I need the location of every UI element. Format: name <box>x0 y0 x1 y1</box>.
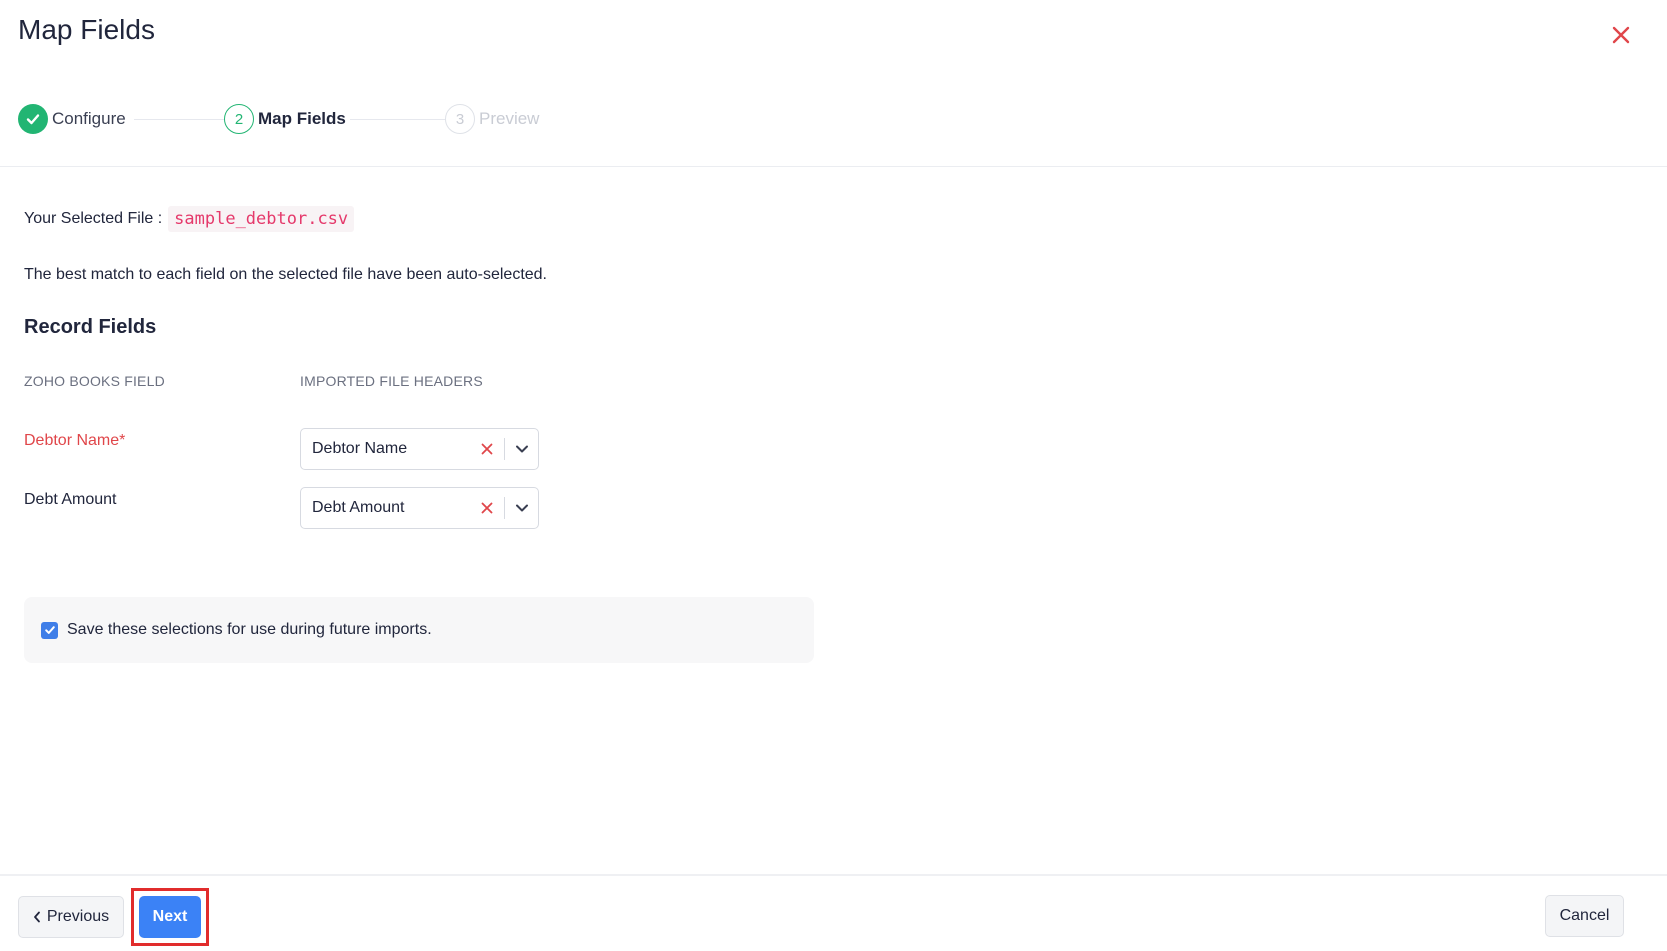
close-button[interactable] <box>1606 20 1636 50</box>
debt-amount-select[interactable]: Debt Amount <box>300 487 539 529</box>
selected-file-name: sample_debtor.csv <box>168 206 355 232</box>
previous-button-label: Previous <box>46 908 110 925</box>
next-button[interactable]: Next <box>139 896 201 938</box>
check-icon <box>26 114 40 125</box>
step-connector <box>350 119 458 120</box>
auto-select-info: The best match to each field on the sele… <box>24 266 547 283</box>
clear-selection-button[interactable] <box>470 488 504 528</box>
footer-divider <box>0 874 1667 876</box>
column-header-imported: IMPORTED FILE HEADERS <box>300 373 483 389</box>
select-value: Debtor Name <box>312 440 408 457</box>
dropdown-toggle[interactable] <box>505 488 538 528</box>
debtor-name-select[interactable]: Debtor Name <box>300 428 539 470</box>
next-button-highlight: Next <box>131 888 209 946</box>
chevron-down-icon <box>515 445 528 453</box>
selected-file-row: Your Selected File : sample_debtor.csv <box>24 206 355 232</box>
save-selections-label: Save these selections for use during fut… <box>67 621 432 638</box>
chevron-down-icon <box>515 504 528 512</box>
step-connector <box>134 119 234 120</box>
step-label-preview: Preview <box>479 109 540 128</box>
clear-x-icon <box>481 443 493 455</box>
wizard-stepper: Configure 2 Map Fields 3 Preview <box>18 101 578 137</box>
close-icon <box>1612 26 1630 44</box>
page-title: Map Fields <box>18 14 155 45</box>
selected-file-label: Your Selected File : <box>24 210 163 227</box>
select-value: Debt Amount <box>312 499 405 516</box>
step-map-fields: 2 Map Fields <box>224 101 346 137</box>
header-divider <box>0 166 1667 167</box>
previous-button[interactable]: Previous <box>18 896 124 938</box>
map-fields-page: Map Fields Configure 2 Map Fields 3 Prev… <box>0 0 1667 951</box>
field-label-debtor-name: Debtor Name* <box>24 432 126 449</box>
clear-selection-button[interactable] <box>470 429 504 469</box>
save-selections-checkbox[interactable] <box>41 621 58 639</box>
chevron-left-icon <box>33 911 41 923</box>
step-configure: Configure <box>18 101 126 137</box>
column-header-zoho-field: ZOHO BOOKS FIELD <box>24 373 165 389</box>
step-label-configure: Configure <box>52 109 126 128</box>
clear-x-icon <box>481 502 493 514</box>
step-label-map-fields: Map Fields <box>258 109 346 128</box>
step-number: 3 <box>445 104 475 134</box>
dropdown-toggle[interactable] <box>505 429 538 469</box>
field-label-debt-amount: Debt Amount <box>24 491 117 508</box>
save-selections-panel: Save these selections for use during fut… <box>24 597 814 663</box>
check-icon <box>44 626 55 634</box>
step-preview: 3 Preview <box>445 101 539 137</box>
cancel-button[interactable]: Cancel <box>1545 895 1624 937</box>
step-complete-badge <box>18 104 48 134</box>
step-number: 2 <box>224 104 254 134</box>
section-title: Record Fields <box>24 316 157 338</box>
